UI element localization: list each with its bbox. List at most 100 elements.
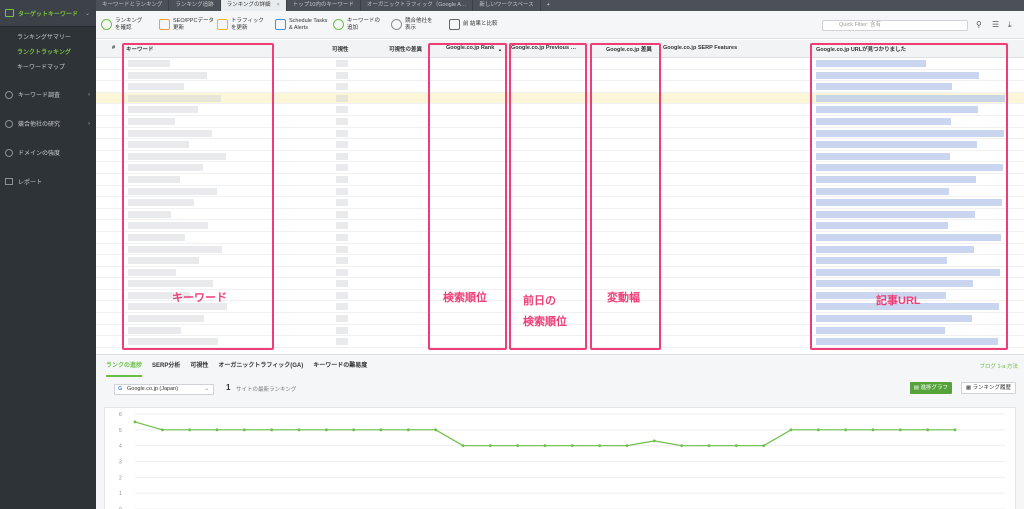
- column-header[interactable]: 可視性: [332, 45, 349, 53]
- columns-icon[interactable]: ☰: [992, 21, 1000, 29]
- sidebar-item[interactable]: レポート: [0, 167, 96, 196]
- compare-icon: [449, 19, 460, 30]
- visibility-cell: [336, 164, 348, 172]
- rank-data-point[interactable]: [324, 428, 328, 432]
- report-icon: [5, 178, 13, 185]
- rank-data-point[interactable]: [215, 428, 219, 432]
- competitors-icon: [391, 19, 402, 30]
- rank-data-point[interactable]: [270, 428, 274, 432]
- bottom-tab[interactable]: 可視性: [190, 355, 208, 377]
- column-header[interactable]: Google.co.jp SERP Features: [663, 45, 737, 51]
- filter-icon[interactable]: ⚲: [976, 21, 984, 29]
- y-tick-label: 4: [119, 444, 122, 450]
- sidebar-item[interactable]: ドメインの強度: [0, 138, 96, 167]
- visibility-cell: [336, 94, 348, 102]
- toolbar-button[interactable]: 競合他社を 表示: [386, 11, 444, 39]
- rank-data-point[interactable]: [707, 444, 711, 448]
- sidebar-item-label: 競合他社の研究: [18, 122, 61, 128]
- rank-data-point[interactable]: [570, 444, 574, 448]
- rank-data-point[interactable]: [543, 444, 547, 448]
- chevron-down-icon: ⌄: [84, 10, 90, 17]
- tab[interactable]: オーガニックトラフィック（Google A…: [361, 0, 474, 11]
- bottom-tab[interactable]: キーワードの難易度: [313, 355, 367, 377]
- sidebar-section-target-keywords[interactable]: ターゲットキーワード ⌄: [0, 0, 96, 27]
- rank-data-point[interactable]: [762, 444, 766, 448]
- ranking-history-button[interactable]: ▦ ランキング履歴: [960, 382, 1016, 394]
- toolbar-button[interactable]: キーワードの 追加: [328, 11, 386, 39]
- rank-data-point[interactable]: [953, 428, 957, 432]
- bottom-tab[interactable]: SERP分析: [152, 355, 180, 377]
- new-tab-button[interactable]: +: [541, 0, 556, 11]
- tab[interactable]: トップ10内のキーワード: [287, 0, 361, 11]
- toolbar-button[interactable]: トラフィック を更新: [212, 11, 270, 39]
- visibility-cell: [336, 233, 348, 241]
- chevron-down-icon: ⌄: [204, 386, 209, 392]
- column-header[interactable]: #: [112, 45, 115, 51]
- rank-data-point[interactable]: [734, 444, 738, 448]
- toolbar-buttons: ランキング を確認 SEO/PPCデータ 更新 トラフィック を更新 Schedule…: [96, 11, 512, 39]
- site-count-label: サイトの最新ランキング: [236, 387, 297, 393]
- rank-data-point[interactable]: [652, 439, 656, 443]
- rank-data-point[interactable]: [598, 444, 602, 448]
- rank-data-point[interactable]: [488, 444, 492, 448]
- quick-filter-input[interactable]: Quick Filter: 含有: [822, 20, 968, 31]
- tab-bar: キーワードとランキング ランキング追跡 ランキングの詳細 × トップ10内のキーワード オ…: [96, 0, 1024, 11]
- rank-data-point[interactable]: [352, 428, 356, 432]
- column-header[interactable]: 可視性の差異: [389, 45, 422, 53]
- tab[interactable]: 新しいワークスペース: [473, 0, 541, 11]
- rank-data-point[interactable]: [898, 428, 902, 432]
- toolbar-button[interactable]: 前 結果と比較: [444, 11, 512, 39]
- blog-link[interactable]: ブログ 1-a 方法: [979, 362, 1018, 370]
- rank-data-point[interactable]: [160, 428, 164, 432]
- tab[interactable]: ランキング追跡: [169, 0, 221, 11]
- rank-data-point[interactable]: [844, 428, 848, 432]
- rank-data-point[interactable]: [434, 428, 438, 432]
- search-engine-select[interactable]: G Google.co.jp (Japan) ⌄: [114, 384, 214, 395]
- sidebar-sub-item[interactable]: ランクトラッキング: [0, 46, 96, 61]
- toolbar: ランキング を確認 SEO/PPCデータ 更新 トラフィック を更新 Schedule…: [96, 11, 1024, 39]
- target-icon: [5, 9, 14, 17]
- rank-data-point[interactable]: [242, 428, 246, 432]
- site-count: 1: [226, 383, 231, 392]
- rank-data-point[interactable]: [461, 444, 465, 448]
- sidebar-sub-item[interactable]: キーワードマップ: [0, 61, 96, 76]
- y-tick-label: 1: [119, 491, 122, 497]
- rank-data-point[interactable]: [680, 444, 684, 448]
- search-icon: [5, 90, 13, 99]
- sidebar-sub-item[interactable]: ランキングサマリー: [0, 31, 96, 46]
- rank-data-point[interactable]: [297, 428, 301, 432]
- toolbar-button[interactable]: Schedule Tasks & Alerts: [270, 11, 328, 39]
- rank-data-point[interactable]: [871, 428, 875, 432]
- sidebar-item[interactable]: キーワード調査 ›: [0, 80, 96, 109]
- rank-data-point[interactable]: [516, 444, 520, 448]
- progress-graph-label: 進捗グラフ: [920, 385, 948, 391]
- gauge-icon: [5, 148, 13, 157]
- sidebar-item[interactable]: 競合他社の研究 ›: [0, 109, 96, 138]
- bottom-panel: ランクの進捗 SERP分析 可視性 オーガニックトラフィック(GA) キーワードの難易度…: [96, 354, 1024, 509]
- toolbar-button-label: トラフィック を更新: [231, 18, 264, 31]
- rank-data-point[interactable]: [406, 428, 410, 432]
- seo-data-icon: [159, 19, 170, 30]
- bottom-tab[interactable]: ランクの進捗: [106, 355, 143, 377]
- rank-data-point[interactable]: [625, 444, 629, 448]
- rank-data-point[interactable]: [926, 428, 930, 432]
- visibility-cell: [336, 245, 348, 253]
- progress-graph-button[interactable]: ▤ 進捗グラフ: [909, 382, 952, 394]
- tab[interactable]: キーワードとランキング: [96, 0, 170, 11]
- download-icon[interactable]: ⤓: [1008, 21, 1016, 29]
- rank-data-point[interactable]: [133, 420, 137, 424]
- visibility-cell: [336, 257, 348, 265]
- rank-data-point[interactable]: [379, 428, 383, 432]
- close-icon[interactable]: ×: [277, 2, 280, 8]
- bottom-tab[interactable]: オーガニックトラフィック(GA): [218, 355, 303, 377]
- rank-data-point[interactable]: [789, 428, 793, 432]
- sidebar-section-label: ターゲットキーワード: [18, 11, 79, 18]
- visibility-cell: [336, 315, 348, 323]
- rank-data-point[interactable]: [816, 428, 820, 432]
- annotation-keyword: キーワード: [172, 292, 227, 304]
- toolbar-button[interactable]: SEO/PPCデータ 更新: [154, 11, 214, 39]
- toolbar-button[interactable]: ランキング を確認: [96, 11, 154, 39]
- sidebar-item-label: レポート: [18, 180, 43, 186]
- tab[interactable]: ランキングの詳細 ×: [220, 0, 287, 11]
- rank-data-point[interactable]: [188, 428, 192, 432]
